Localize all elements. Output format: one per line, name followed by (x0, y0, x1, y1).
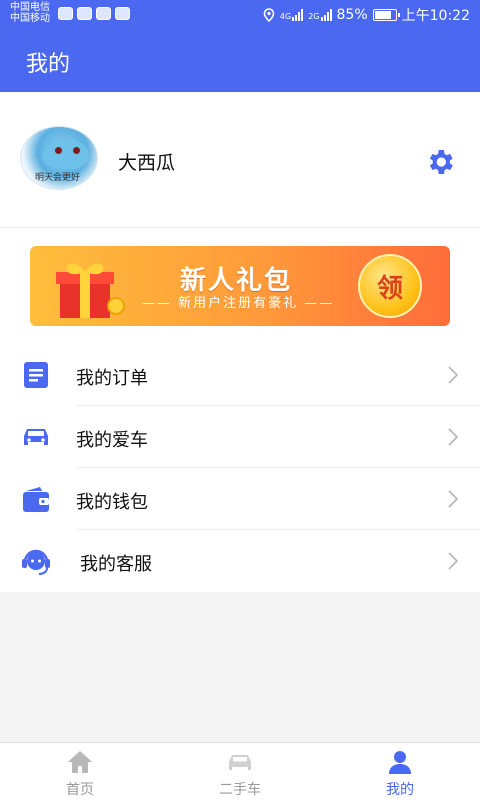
home-icon (68, 751, 92, 773)
chevron-right-icon (448, 490, 459, 508)
mail-notification-icon (115, 7, 130, 20)
signal-bars-icon (320, 9, 332, 21)
tab-label: 二手车 (219, 782, 261, 798)
battery-icon (372, 9, 400, 21)
menu-item-customer-service[interactable]: 我的客服 (0, 530, 480, 592)
tab-mine[interactable]: 我的 (320, 743, 480, 800)
banner-subtitle: —— 新用户注册有豪礼 —— (142, 296, 335, 311)
carrier-info: 中国电信 中国移动 (10, 2, 50, 24)
location-icon (263, 8, 275, 22)
car-icon (24, 429, 48, 445)
clock: 上午10:22 (401, 8, 470, 24)
signal-1: 4G (279, 9, 304, 21)
menu-item-label: 我的爱车 (76, 430, 148, 451)
tab-label: 首页 (66, 782, 94, 798)
chevron-right-icon (448, 366, 459, 384)
page-title: 我的 (26, 52, 71, 77)
network-type-1: 4G (279, 12, 292, 21)
app-notification-icon (77, 7, 92, 20)
battery-percent: 85% (336, 7, 368, 23)
tab-label: 我的 (386, 782, 414, 798)
new-user-gift-banner[interactable]: 新人礼包 —— 新用户注册有豪礼 —— 领 (30, 246, 450, 326)
avatar[interactable]: 明天会更好 (20, 126, 98, 190)
status-bar: 中国电信 中国移动 4G 2G 85% 上午10:22 (0, 0, 480, 28)
message-notification-icon (96, 7, 111, 20)
menu-item-my-car[interactable]: 我的爱车 (0, 406, 480, 468)
wallet-icon (23, 487, 49, 512)
header: 我的 (0, 28, 480, 92)
profile-section[interactable]: 明天会更好 大西瓜 (0, 92, 480, 228)
promo-area: 新人礼包 —— 新用户注册有豪礼 —— 领 (0, 228, 480, 344)
notification-icons (58, 7, 130, 20)
menu-item-label: 我的订单 (76, 368, 148, 389)
gift-box-icon (56, 263, 125, 318)
network-type-2: 2G (308, 12, 320, 21)
menu-item-wallet[interactable]: 我的钱包 (0, 468, 480, 530)
username: 大西瓜 (118, 152, 176, 174)
signal-2: 2G (308, 9, 332, 21)
bottom-tab-bar: 首页 二手车 我的 (0, 742, 480, 800)
menu-list: 我的订单 我的爱车 我的钱包 我的客服 (0, 344, 480, 592)
signal-bars-icon (292, 9, 304, 21)
menu-item-label: 我的客服 (80, 554, 152, 575)
headset-icon (22, 549, 50, 575)
status-right: 4G 2G 85% 上午10:22 (263, 5, 470, 25)
tab-home[interactable]: 首页 (0, 743, 160, 800)
menu-item-label: 我的钱包 (76, 492, 148, 513)
claim-button[interactable]: 领 (358, 254, 422, 318)
carrier-2: 中国移动 (10, 13, 50, 24)
chevron-right-icon (448, 428, 459, 446)
avatar-caption: 明天会更好 (35, 173, 81, 183)
order-list-icon (24, 362, 48, 388)
avatar-character (43, 139, 89, 169)
menu-item-orders[interactable]: 我的订单 (0, 344, 480, 406)
tab-used-cars[interactable]: 二手车 (160, 743, 320, 800)
chevron-right-icon (448, 552, 459, 570)
car-icon (229, 755, 251, 770)
app-notification-icon (58, 7, 73, 20)
person-icon (389, 751, 411, 774)
carrier-1: 中国电信 (10, 2, 50, 13)
gear-icon[interactable] (424, 146, 456, 178)
